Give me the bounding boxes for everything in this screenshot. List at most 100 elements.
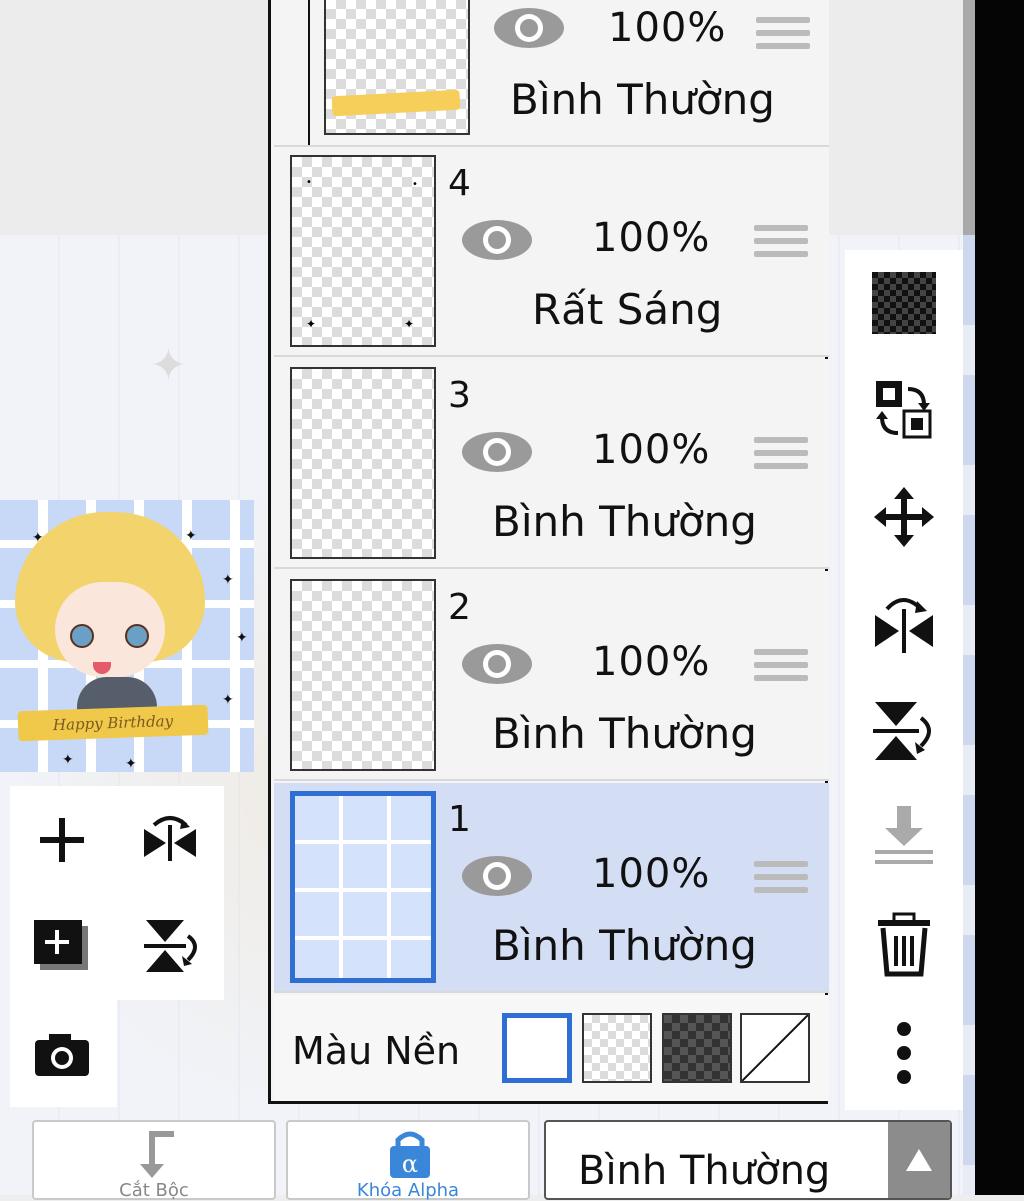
more-options-button[interactable]: [859, 1008, 949, 1098]
transparency-button[interactable]: [859, 258, 949, 348]
character-eye: [70, 624, 94, 648]
clipping-button[interactable]: Cắt Bộc: [32, 1120, 276, 1201]
left-toolbar: [10, 786, 224, 1000]
drag-handle[interactable]: [754, 649, 808, 689]
bg-swatch-none[interactable]: [740, 1013, 810, 1083]
sparkle-icon: ✦: [150, 340, 187, 391]
artwork-preview[interactable]: Happy Birthday ✦ ✦ ✦ ✦ ✦ ✦ ✦: [0, 500, 254, 772]
blend-mode-select[interactable]: Bình Thường: [544, 1120, 952, 1200]
birthday-ribbon: Happy Birthday: [17, 704, 209, 742]
flip-horizontal-layer-button[interactable]: [859, 578, 949, 668]
eye-icon: [462, 644, 532, 684]
visibility-toggle[interactable]: [492, 5, 566, 51]
bg-swatch-dark-checker[interactable]: [662, 1013, 732, 1083]
layer-blend-mode[interactable]: Bình Thường: [492, 497, 757, 546]
layer-number: 3: [448, 375, 471, 416]
layer-thumbnail[interactable]: • • ✦ ✦: [290, 155, 436, 347]
clip-arrow-icon: [140, 1131, 174, 1178]
alpha-lock-label: Khóa Alpha: [356, 1180, 460, 1201]
clipping-label: Cắt Bộc: [119, 1180, 189, 1201]
layer-number: 1: [448, 799, 471, 840]
layer-row[interactable]: 3 100% Bình Thường: [274, 359, 829, 569]
visibility-toggle[interactable]: [460, 217, 534, 263]
layer-opacity[interactable]: 100%: [592, 851, 710, 897]
chevron-up-icon: [906, 1149, 932, 1171]
bg-swatch-transparent[interactable]: [582, 1013, 652, 1083]
alpha-lock-icon: α: [390, 1131, 430, 1178]
layer-panel: 100% Bình Thường • • ✦ ✦ 4 100% Rất Sáng…: [268, 0, 829, 1104]
add-layer-button[interactable]: [22, 800, 102, 880]
slash-icon: [741, 1014, 809, 1082]
layer-blend-mode[interactable]: Bình Thường: [492, 709, 757, 758]
dot: •: [306, 177, 312, 188]
scrollbar-track[interactable]: [963, 235, 975, 1195]
star-icon: ✦: [222, 692, 234, 708]
eye-icon: [462, 220, 532, 260]
layer-row[interactable]: 100% Bình Thường: [274, 0, 829, 147]
layer-row[interactable]: 2 100% Bình Thường: [274, 571, 829, 781]
flip-vertical-icon: [873, 702, 931, 760]
visibility-toggle[interactable]: [460, 641, 534, 687]
drag-handle[interactable]: [754, 437, 808, 477]
layer-opacity[interactable]: 100%: [592, 427, 710, 473]
alpha-lock-button[interactable]: α Khóa Alpha: [286, 1120, 530, 1201]
flip-vertical-layer-button[interactable]: [859, 686, 949, 776]
screen-edge: [975, 0, 1024, 1195]
right-toolbar: [845, 250, 963, 1110]
layer-blend-mode[interactable]: Bình Thường: [510, 75, 775, 124]
layer-opacity[interactable]: 100%: [592, 639, 710, 685]
swap-layer-button[interactable]: [859, 364, 949, 454]
layer-thumbnail[interactable]: [290, 367, 436, 559]
blend-mode-value: Bình Thường: [578, 1148, 831, 1194]
background-color-row: Màu Nền: [274, 995, 829, 1101]
delete-layer-button[interactable]: [859, 900, 949, 990]
eye-icon: [462, 856, 532, 896]
bg-swatch-white[interactable]: [502, 1013, 572, 1083]
merge-down-button[interactable]: [859, 790, 949, 880]
checkerboard-icon: [872, 272, 936, 334]
more-vertical-icon: [897, 1022, 911, 1084]
flip-horizontal-icon: [144, 816, 196, 861]
star-icon: ✦: [32, 530, 44, 546]
camera-icon: [35, 1034, 89, 1076]
flip-vertical-button[interactable]: [130, 906, 210, 986]
flip-horizontal-icon: [875, 598, 933, 653]
eye-icon: [494, 8, 564, 48]
camera-button[interactable]: [22, 1014, 102, 1094]
visibility-toggle[interactable]: [460, 429, 534, 475]
dot: ✦: [306, 317, 317, 331]
trash-icon: [878, 912, 930, 977]
merge-down-icon: [875, 806, 933, 864]
layer-opacity[interactable]: 100%: [592, 215, 710, 261]
layer-row[interactable]: • • ✦ ✦ 4 100% Rất Sáng: [274, 147, 829, 357]
layer-blend-mode[interactable]: Rất Sáng: [532, 285, 722, 334]
star-icon: ✦: [125, 756, 137, 772]
drag-handle[interactable]: [754, 861, 808, 901]
star-icon: ✦: [185, 528, 197, 544]
background-color-label: Màu Nền: [292, 1029, 461, 1073]
layer-thumbnail[interactable]: [324, 0, 470, 135]
visibility-toggle[interactable]: [460, 853, 534, 899]
flip-horizontal-button[interactable]: [130, 800, 210, 880]
scrollbar-thumb[interactable]: [963, 0, 975, 235]
move-icon: [874, 487, 934, 547]
drag-handle[interactable]: [754, 225, 808, 265]
layer-blend-mode[interactable]: Bình Thường: [492, 921, 757, 970]
flip-vertical-icon: [144, 920, 197, 972]
left-toolbar-bottom: [10, 1000, 117, 1107]
copy-layer-icon: [34, 920, 88, 970]
clip-indicator: [308, 0, 310, 145]
layer-thumbnail[interactable]: [290, 579, 436, 771]
layer-row-selected[interactable]: 1 100% Bình Thường: [274, 783, 829, 993]
ribbon-shape: [331, 89, 461, 117]
move-button[interactable]: [859, 472, 949, 562]
eye-icon: [462, 432, 532, 472]
drag-handle[interactable]: [756, 17, 810, 57]
layer-opacity[interactable]: 100%: [608, 5, 726, 51]
svg-text:α: α: [402, 1150, 418, 1178]
layer-number: 2: [448, 587, 471, 628]
add-layer-copy-button[interactable]: [22, 906, 102, 986]
blend-mode-dropdown-button[interactable]: [888, 1122, 950, 1198]
layer-number: 4: [448, 163, 471, 204]
layer-thumbnail[interactable]: [290, 791, 436, 983]
